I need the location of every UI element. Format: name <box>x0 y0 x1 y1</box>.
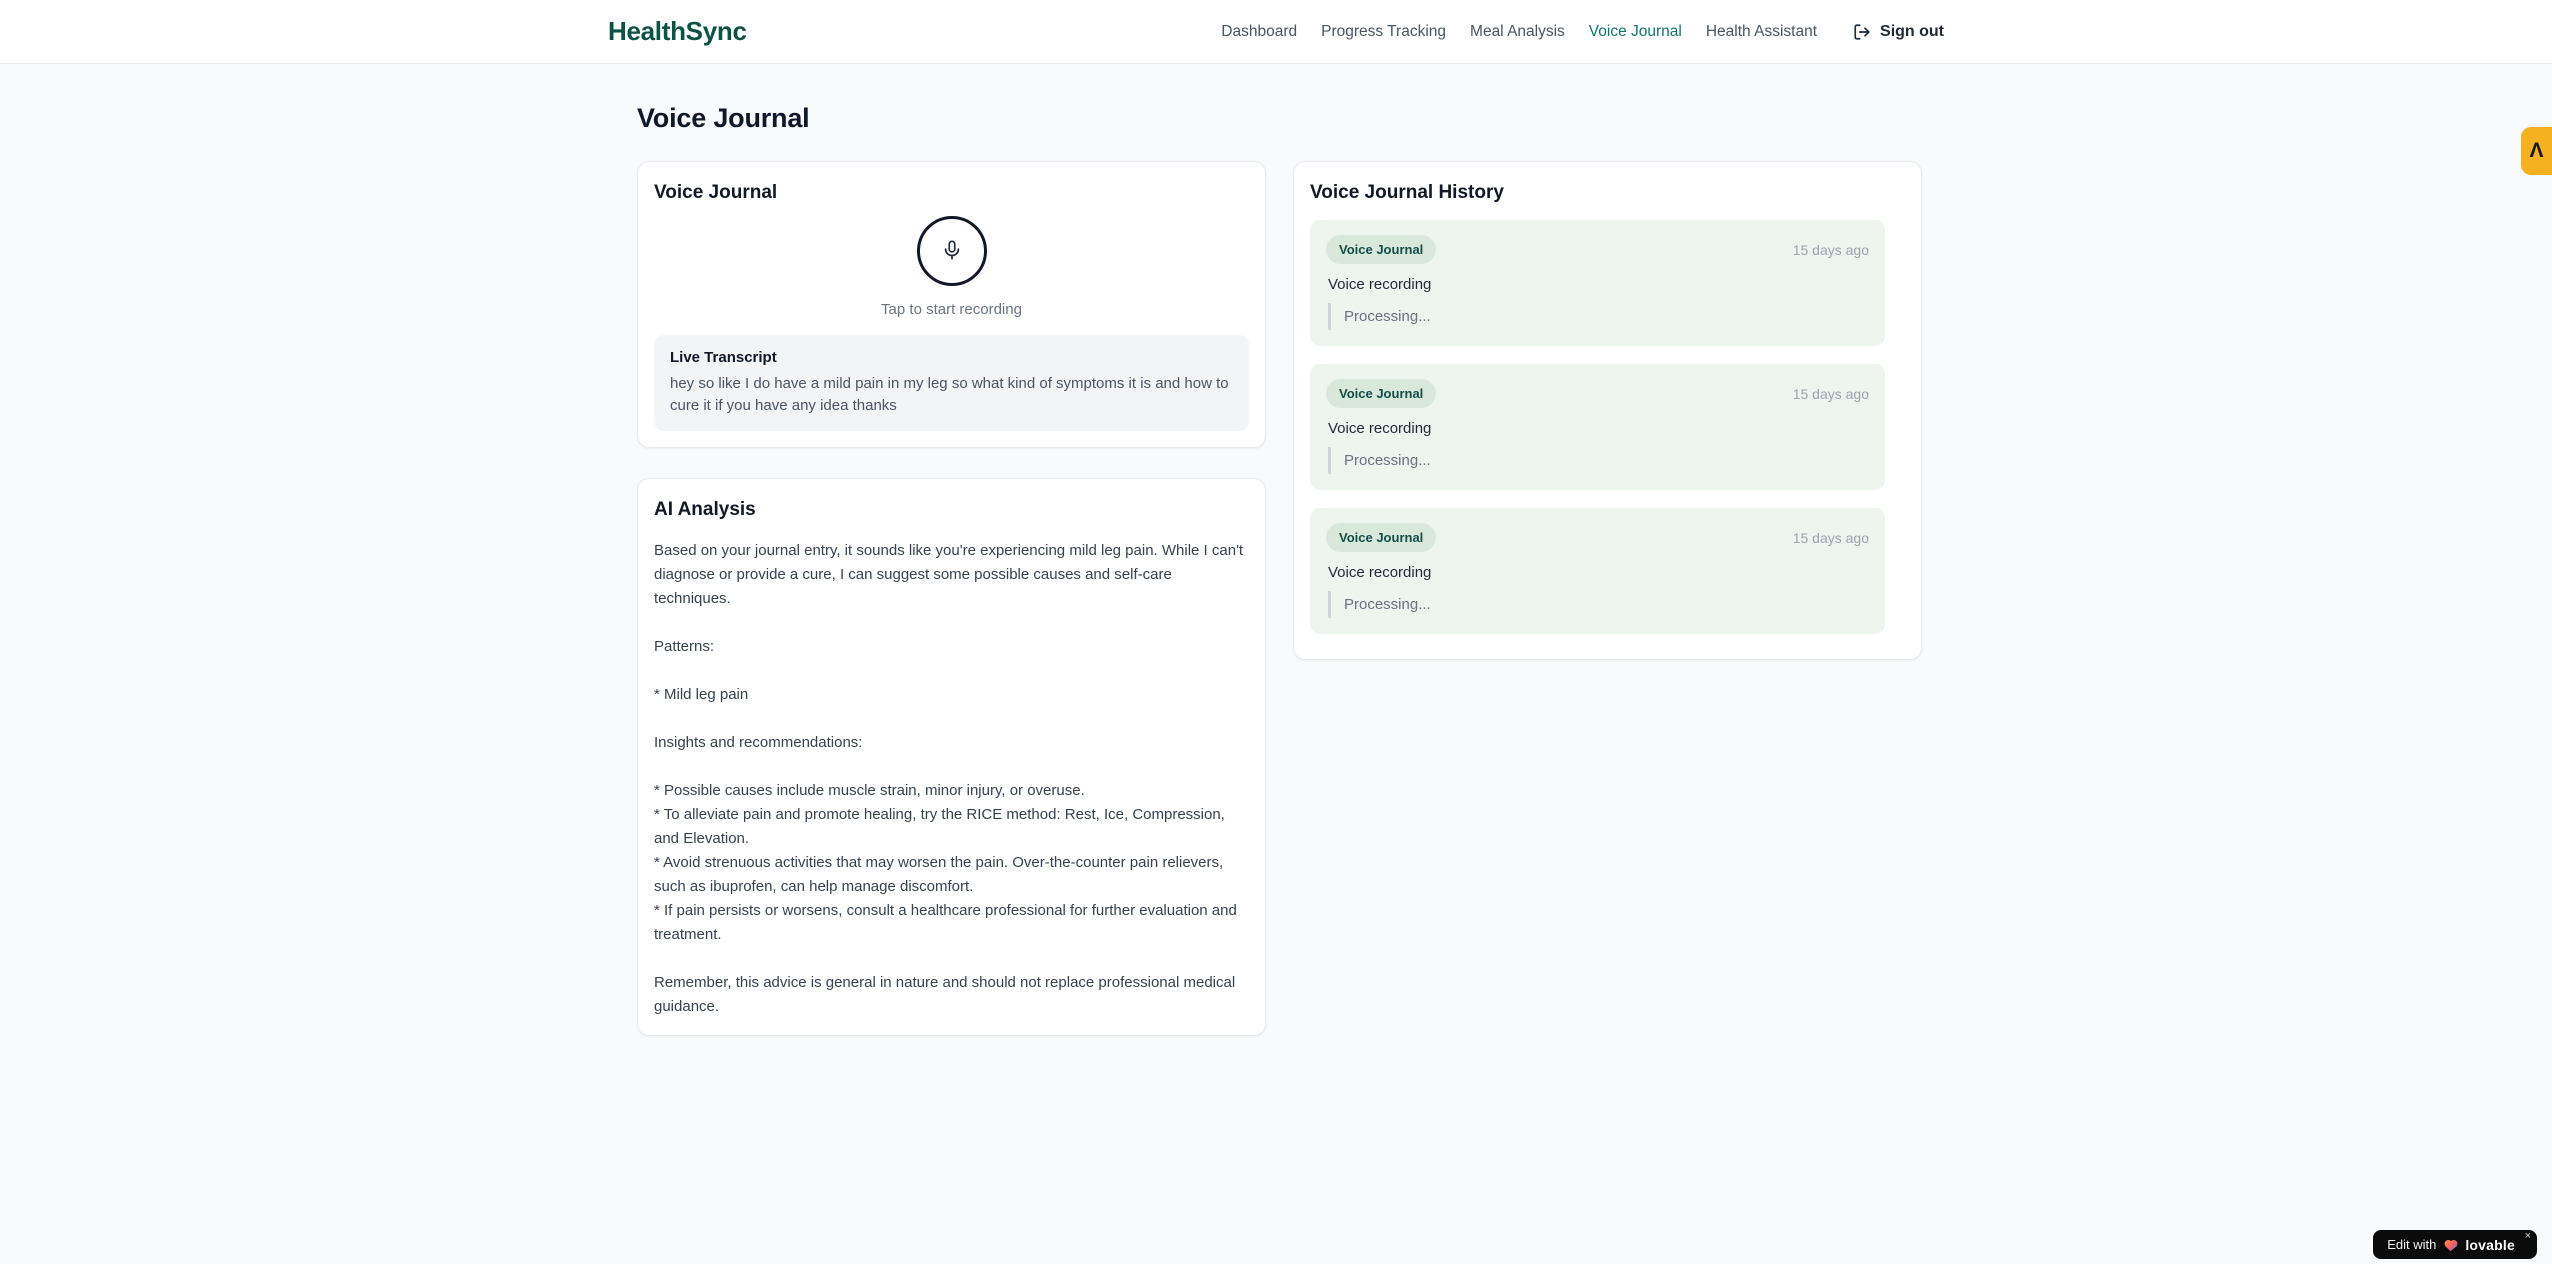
history-entry[interactable]: Voice Journal 15 days ago Voice recordin… <box>1310 364 1885 490</box>
analysis-paragraph: * Possible causes include muscle strain,… <box>654 782 1237 943</box>
entry-timestamp: 15 days ago <box>1792 385 1869 402</box>
edit-with-label: Edit with <box>2387 1237 2437 1252</box>
nav-item-voice-journal[interactable]: Voice Journal <box>1589 23 1682 41</box>
entry-label: Voice recording <box>1328 564 1432 581</box>
history-entries-list: Voice Journal 15 days ago Voice recordin… <box>1310 220 1905 634</box>
brand-logo[interactable]: HealthSync <box>608 16 747 47</box>
nav-item-dashboard[interactable]: Dashboard <box>1221 23 1297 41</box>
entry-type-badge: Voice Journal <box>1326 235 1437 264</box>
entry-status: Processing... <box>1328 591 1869 618</box>
ai-analysis-card: AI Analysis Based on your journal entry,… <box>637 478 1266 1036</box>
microphone-icon <box>941 239 963 264</box>
ai-analysis-body: Based on your journal entry, it sounds l… <box>654 539 1249 1019</box>
edit-with-lovable-badge[interactable]: Edit with lovable × <box>2373 1230 2537 1259</box>
voice-recorder-card: Voice Journal Tap to start recording Liv… <box>637 161 1266 448</box>
live-transcript-label: Live Transcript <box>670 349 777 366</box>
live-transcript-text: hey so like I do have a mild pain in my … <box>670 375 1229 414</box>
analysis-paragraph: Insights and recommendations: <box>654 734 863 751</box>
live-transcript-box: Live Transcript hey so like I do have a … <box>654 335 1249 431</box>
history-entry[interactable]: Voice Journal 15 days ago Voice recordin… <box>1310 508 1885 634</box>
left-column: Voice Journal Tap to start recording Liv… <box>637 161 1266 1036</box>
lovable-heart-icon <box>2443 1238 2458 1252</box>
analysis-paragraph: Patterns: <box>654 638 715 655</box>
analysis-paragraph: * Mild leg pain <box>654 686 749 703</box>
entry-status: Processing... <box>1328 303 1869 330</box>
entry-label: Voice recording <box>1328 276 1432 293</box>
analysis-paragraph: Based on your journal entry, it sounds l… <box>654 542 1244 607</box>
entry-header: Voice Journal 15 days ago <box>1326 379 1869 408</box>
nav-item-meal-analysis[interactable]: Meal Analysis <box>1470 23 1565 41</box>
top-navbar: HealthSync Dashboard Progress Tracking M… <box>0 0 2552 64</box>
tap-to-record-hint: Tap to start recording <box>881 301 1022 318</box>
sign-out-label: Sign out <box>1880 22 1944 40</box>
entry-status: Processing... <box>1328 447 1869 474</box>
main-nav: Dashboard Progress Tracking Meal Analysi… <box>1221 23 1944 41</box>
accessibility-widget-button[interactable]: Λ <box>2521 127 2552 175</box>
recorder-card-title: Voice Journal <box>654 182 778 203</box>
ai-analysis-title: AI Analysis <box>654 499 756 520</box>
nav-item-health-assistant[interactable]: Health Assistant <box>1706 23 1817 41</box>
close-icon[interactable]: × <box>2525 1231 2531 1242</box>
history-entry[interactable]: Voice Journal 15 days ago Voice recordin… <box>1310 220 1885 346</box>
logout-icon <box>1853 23 1871 41</box>
page-title: Voice Journal <box>637 103 810 133</box>
lovable-brand-label: lovable <box>2465 1236 2515 1253</box>
voice-journal-history-card: Voice Journal History Voice Journal 15 d… <box>1293 161 1922 660</box>
entry-type-badge: Voice Journal <box>1326 523 1437 552</box>
sign-out-button[interactable]: Sign out <box>1853 23 1944 41</box>
entry-label: Voice recording <box>1328 420 1432 437</box>
entry-timestamp: 15 days ago <box>1792 529 1869 546</box>
entry-timestamp: 15 days ago <box>1792 241 1869 258</box>
entry-type-badge: Voice Journal <box>1326 379 1437 408</box>
content-grid: Voice Journal Tap to start recording Liv… <box>637 161 1922 1036</box>
history-card-title: Voice Journal History <box>1310 182 1504 203</box>
nav-item-progress-tracking[interactable]: Progress Tracking <box>1321 23 1446 41</box>
record-button[interactable] <box>916 216 987 286</box>
entry-header: Voice Journal 15 days ago <box>1326 235 1869 264</box>
analysis-paragraph: Remember, this advice is general in natu… <box>654 974 1236 1015</box>
main-content: Voice Journal Voice Journal Tap to start… <box>637 103 1922 1036</box>
entry-header: Voice Journal 15 days ago <box>1326 523 1869 552</box>
accessibility-icon: Λ <box>2529 139 2544 162</box>
